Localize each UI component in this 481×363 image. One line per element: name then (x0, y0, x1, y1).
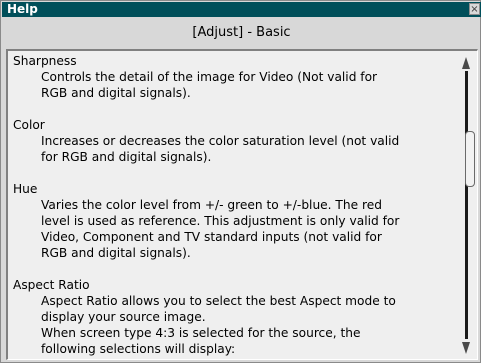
vertical-scrollbar[interactable] (461, 57, 475, 354)
title-bar[interactable]: Help × (2, 2, 481, 17)
section-title: Hue (13, 182, 38, 196)
section-title: Aspect Ratio (13, 278, 90, 292)
window-title: Help (7, 2, 38, 16)
section-color: Color Increases or decreases the color s… (13, 117, 463, 165)
close-icon[interactable]: × (469, 3, 480, 15)
section-body: Aspect Ratio allows you to select the be… (41, 294, 396, 356)
section-title: Sharpness (13, 54, 77, 68)
section-body: Varies the color level from +/- green to… (41, 198, 400, 260)
page-title: [Adjust] - Basic (192, 25, 291, 40)
section-title: Color (13, 118, 45, 132)
section-body: Controls the detail of the image for Vid… (41, 70, 378, 100)
scroll-down-arrow-icon[interactable] (462, 342, 470, 354)
help-text-panel[interactable]: Sharpness Controls the detail of the ima… (6, 49, 478, 360)
help-content: Sharpness Controls the detail of the ima… (13, 53, 463, 359)
scrollbar-track[interactable] (465, 71, 475, 339)
section-aspect-ratio: Aspect Ratio Aspect Ratio allows you to … (13, 277, 463, 357)
section-sharpness: Sharpness Controls the detail of the ima… (13, 53, 463, 101)
scrollbar-thumb[interactable] (465, 131, 475, 187)
section-body: Increases or decreases the color saturat… (41, 134, 400, 164)
help-window: Help × [Adjust] - Basic Sharpness Contro… (0, 0, 481, 363)
section-hue: Hue Varies the color level from +/- gree… (13, 181, 463, 261)
scroll-up-arrow-icon[interactable] (462, 57, 470, 69)
